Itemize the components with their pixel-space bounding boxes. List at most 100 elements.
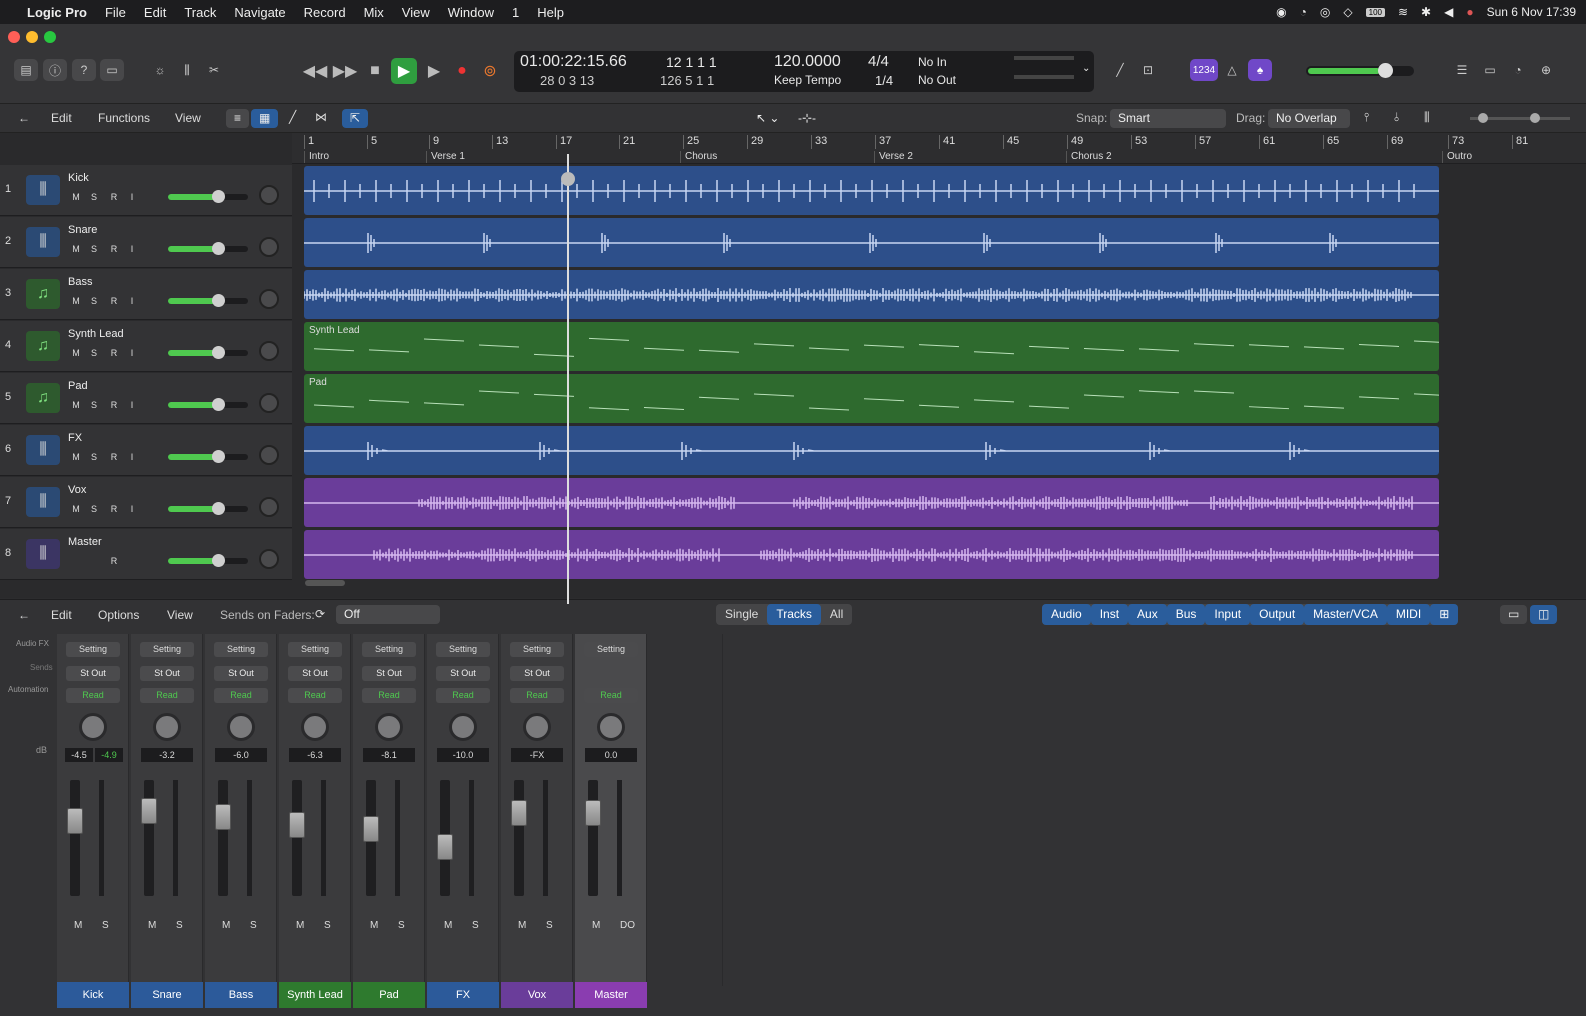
mode-all[interactable]: All (821, 604, 852, 625)
edit-menu[interactable]: Edit (51, 111, 72, 125)
horizontal-scrollbar[interactable] (305, 580, 345, 586)
ruler-bar[interactable]: 69 (1387, 135, 1403, 149)
tuning-icon[interactable]: ♠ (1248, 59, 1272, 81)
record-enable-button[interactable]: R (107, 347, 121, 360)
region-fx[interactable] (304, 426, 1439, 475)
pan-knob[interactable] (259, 549, 279, 569)
output-button[interactable]: St Out (66, 666, 120, 681)
zoom-window-button[interactable] (44, 31, 56, 43)
filter-inst[interactable]: Inst (1090, 604, 1129, 625)
pan-knob[interactable] (449, 713, 477, 741)
pan-knob[interactable] (259, 185, 279, 205)
marker-chorus-2[interactable]: Chorus 2 (1066, 151, 1112, 163)
strip-name[interactable]: Master (575, 982, 647, 1008)
automation-mode[interactable]: Read (362, 688, 416, 703)
solo-button[interactable]: S (87, 191, 101, 204)
volume-fader[interactable] (585, 780, 601, 896)
track-header-kick[interactable]: 1 ⫼ Kick M S R I (0, 165, 292, 216)
mute-button[interactable]: M (69, 243, 83, 256)
tracks-area[interactable]: Synth Lead Pad (292, 164, 1586, 598)
status-icon-3[interactable]: ◎ (1320, 5, 1330, 19)
play-icon[interactable]: ▶ (391, 58, 417, 84)
bluetooth-icon[interactable]: ✱ (1421, 5, 1431, 19)
ruler-bar[interactable]: 41 (939, 135, 955, 149)
input-monitor-button[interactable]: I (125, 399, 139, 412)
ruler[interactable]: 1 5 9 13 17 21 25 29 33 37 41 45 49 53 57 61 65 69 73 81 Int… (292, 133, 1586, 164)
waveform-zoom-icon[interactable]: ⫯ (1364, 110, 1369, 125)
volume-fader[interactable] (437, 780, 453, 896)
siri-icon[interactable]: ● (1466, 5, 1473, 19)
track-header-vox[interactable]: 7 ⫼ Vox M S R I (0, 477, 292, 528)
mute-button[interactable]: M (222, 920, 230, 931)
split-column-icon[interactable]: ◫ (1530, 605, 1558, 624)
clock[interactable]: Sun 6 Nov 17:39 (1487, 5, 1576, 19)
menu-window[interactable]: Window (439, 5, 503, 20)
pan-knob[interactable] (79, 713, 107, 741)
mixer-view-menu[interactable]: View (167, 608, 193, 622)
peak-readout[interactable]: -4.9 (95, 748, 123, 762)
automation-mode[interactable]: Read (288, 688, 342, 703)
ruler-bar[interactable]: 53 (1131, 135, 1147, 149)
strip-name[interactable]: Vox (501, 982, 573, 1008)
menu-track[interactable]: Track (175, 5, 225, 20)
forward-icon[interactable]: ▶▶ (332, 58, 358, 84)
mute-button[interactable]: M (444, 920, 452, 931)
sends-icon[interactable]: ⟳ (315, 607, 325, 621)
automation-mode[interactable]: Read (436, 688, 490, 703)
automation-mode[interactable]: Read (510, 688, 564, 703)
smart-controls-icon[interactable]: ☼ (148, 59, 172, 81)
mute-button[interactable]: M (69, 503, 83, 516)
record-enable-button[interactable]: R (107, 191, 121, 204)
automation-mode[interactable]: Read (140, 688, 194, 703)
ruler-bar[interactable]: 61 (1259, 135, 1275, 149)
marquee-tool-icon[interactable]: -⊹- (790, 109, 824, 128)
master-volume-slider[interactable] (1306, 63, 1414, 78)
track-name[interactable]: Master (68, 536, 102, 548)
pan-knob[interactable] (523, 713, 551, 741)
volume-fader[interactable] (141, 780, 157, 896)
strip-name[interactable]: FX (427, 982, 499, 1008)
menu-navigate[interactable]: Navigate (225, 5, 294, 20)
volume-fader[interactable] (289, 780, 305, 896)
lcd-display[interactable]: 01:00:22:15.66 28 0 3 13 12 1 1 1 126 5 … (514, 51, 1094, 92)
setting-button[interactable]: Setting (66, 642, 120, 657)
menu-mix[interactable]: Mix (355, 5, 393, 20)
record-enable-button[interactable]: R (107, 503, 121, 516)
track-header-pad[interactable]: 5 ♫ Pad M S R I (0, 373, 292, 424)
automation-mode[interactable]: Read (584, 688, 638, 703)
track-name[interactable]: Snare (68, 224, 97, 236)
solo-button[interactable]: S (546, 920, 553, 931)
mixer-edit-menu[interactable]: Edit (51, 608, 72, 622)
record-enable-button[interactable]: R (107, 451, 121, 464)
play-from-icon[interactable]: ▶ (421, 58, 447, 84)
functions-menu[interactable]: Functions (98, 111, 150, 125)
count-in-badge[interactable]: 1234 (1190, 59, 1218, 81)
track-name[interactable]: Bass (68, 276, 92, 288)
menu-edit[interactable]: Edit (135, 5, 175, 20)
list-view-icon[interactable]: ≡ (226, 109, 250, 128)
track-volume-slider[interactable] (168, 242, 248, 255)
setting-button[interactable]: Setting (140, 642, 194, 657)
volume-readout[interactable]: -6.0 (215, 748, 267, 762)
output-button[interactable]: St Out (214, 666, 268, 681)
mixer-icon[interactable]: ⫼ (175, 59, 199, 81)
menu-app[interactable]: Logic Pro (18, 5, 96, 20)
back-icon[interactable]: ← (18, 111, 30, 125)
status-icon[interactable]: ◉ (1276, 5, 1286, 19)
battery-icon[interactable]: 100 (1365, 7, 1385, 17)
input-monitor-button[interactable]: I (125, 503, 139, 516)
status-icon-2[interactable]: ◔ (1300, 5, 1307, 19)
strip-name[interactable]: Synth Lead (279, 982, 351, 1008)
mute-button[interactable]: M (370, 920, 378, 931)
ruler-bar[interactable]: 13 (492, 135, 508, 149)
mixer-back-icon[interactable]: ← (18, 608, 30, 622)
marker-chorus[interactable]: Chorus (680, 151, 717, 163)
track-header-synth-lead[interactable]: 4 ♫ Synth Lead M S R I (0, 321, 292, 372)
input-monitor-button[interactable]: I (125, 191, 139, 204)
solo-button[interactable]: S (176, 920, 183, 931)
ruler-bar[interactable]: 49 (1067, 135, 1083, 149)
menu-help[interactable]: Help (528, 5, 573, 20)
pan-knob[interactable] (259, 393, 279, 413)
input-monitor-button[interactable]: I (125, 451, 139, 464)
mute-button[interactable]: M (69, 451, 83, 464)
